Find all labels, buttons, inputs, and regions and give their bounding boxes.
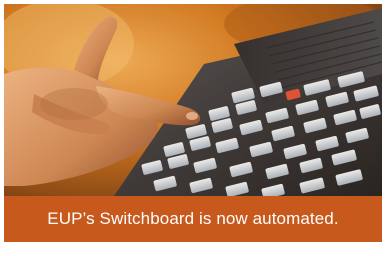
image-frame: EUP’s Switchboard is now automated. xyxy=(0,0,386,256)
caption-text: EUP’s Switchboard is now automated. xyxy=(47,209,339,228)
caption-bar: EUP’s Switchboard is now automated. xyxy=(4,196,382,242)
switchboard-photo xyxy=(4,4,382,196)
